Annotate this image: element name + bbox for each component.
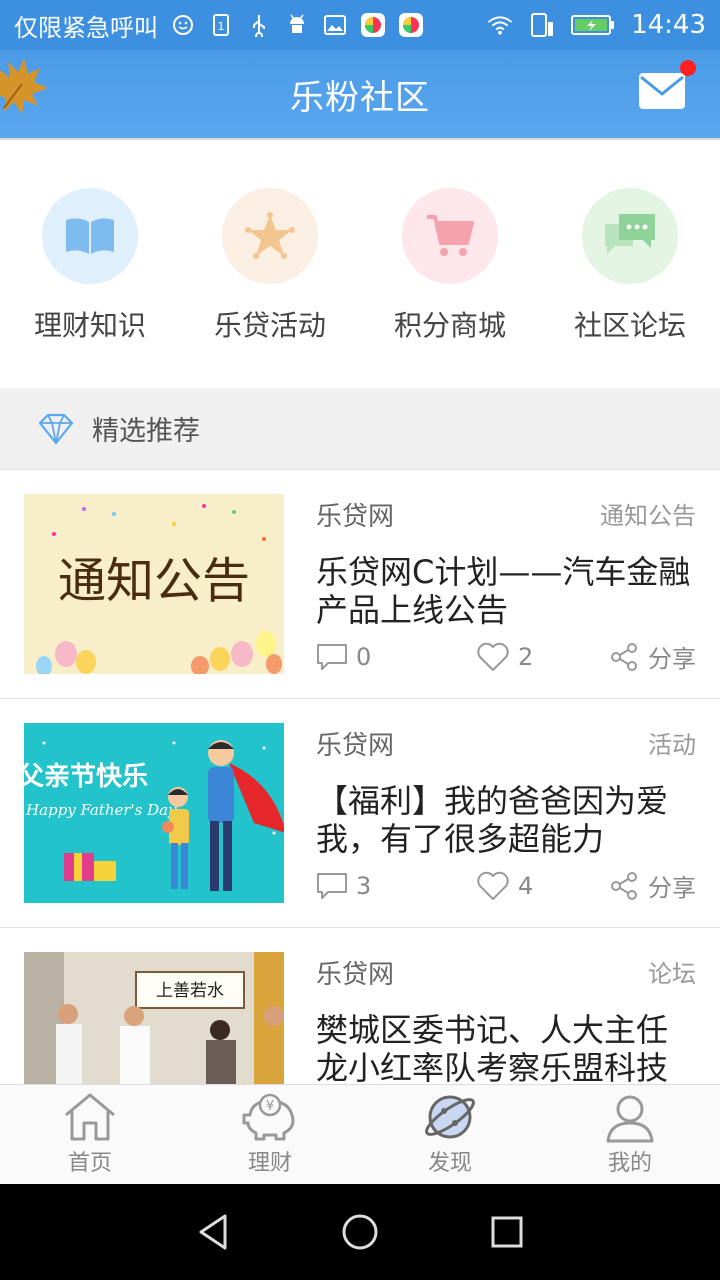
thumbnail-text: 父亲节快乐 xyxy=(24,762,148,792)
nav-item-profile[interactable]: 我的 xyxy=(540,1085,720,1184)
nav-label: 首页 xyxy=(67,1151,112,1176)
recents-icon[interactable] xyxy=(489,1214,525,1250)
like-button[interactable]: 4 xyxy=(476,871,606,901)
featured-section-header: 精选推荐 xyxy=(0,388,720,470)
article-title[interactable]: 樊城区委书记、人大主任龙小红率队考察乐盟科技 xyxy=(316,1011,696,1084)
chat-icon xyxy=(605,214,655,254)
article-title[interactable]: 乐贷网C计划——汽车金融产品上线公告 xyxy=(316,553,696,629)
article-item[interactable]: 通知公告 乐贷网 通知公告 乐贷网C计划——汽车金融产品上线公告 0 2 分享 xyxy=(0,470,720,699)
like-count: 4 xyxy=(518,871,534,900)
heart-icon xyxy=(477,642,509,671)
comment-icon xyxy=(317,643,347,670)
notification-badge xyxy=(680,60,696,76)
app-icon xyxy=(398,12,424,38)
share-button[interactable]: 分享 xyxy=(610,639,696,674)
nav-item-discover[interactable]: 发现 xyxy=(360,1085,540,1184)
page-title: 乐粉社区 xyxy=(290,77,430,118)
face-icon xyxy=(170,12,196,38)
share-label: 分享 xyxy=(648,874,696,902)
thumbnail-text: 上善若水 xyxy=(156,981,224,1001)
bottom-nav: 首页 ¥ 理财 发现 我的 xyxy=(0,1084,720,1184)
article-source: 乐贷网 xyxy=(316,731,395,761)
book-icon xyxy=(66,218,114,254)
category-item-activity[interactable]: 乐贷活动 xyxy=(180,140,360,388)
article-item[interactable]: 上善若水 乐贷网 论坛 樊城区委书记、人大主任龙小红率队考察乐盟科技 xyxy=(0,928,720,1084)
comment-button[interactable]: 3 xyxy=(316,872,476,900)
sim-signal-icon xyxy=(529,12,555,38)
system-nav-bar xyxy=(0,1184,720,1280)
category-item-mall[interactable]: 积分商城 xyxy=(360,140,540,388)
cart-icon xyxy=(427,215,474,256)
carrier-text: 仅限紧急呼叫 xyxy=(14,13,158,42)
category-grid: 理财知识 乐贷活动 积分商城 社区论坛 xyxy=(0,140,720,388)
star-icon xyxy=(245,212,295,259)
nav-label: 我的 xyxy=(607,1151,652,1176)
comment-count: 3 xyxy=(356,871,372,900)
like-button[interactable]: 2 xyxy=(476,642,606,672)
article-thumbnail: 父亲节快乐 Happy Father's Day xyxy=(24,723,284,903)
image-icon xyxy=(322,12,348,38)
share-label: 分享 xyxy=(648,645,696,673)
usb-icon xyxy=(246,12,272,38)
battery-icon xyxy=(571,12,615,38)
user-icon xyxy=(606,1095,654,1143)
article-list: 通知公告 乐贷网 通知公告 乐贷网C计划——汽车金融产品上线公告 0 2 分享 … xyxy=(0,470,720,1084)
planet-icon xyxy=(425,1095,475,1139)
article-thumbnail: 通知公告 xyxy=(24,494,284,674)
category-label: 乐贷活动 xyxy=(213,309,326,342)
nav-label: 发现 xyxy=(427,1151,472,1176)
share-button[interactable]: 分享 xyxy=(610,868,696,903)
heart-icon xyxy=(477,871,509,900)
nav-item-finance[interactable]: ¥ 理财 xyxy=(180,1085,360,1184)
app-icon xyxy=(360,12,386,38)
clock-text: 14:43 xyxy=(631,10,706,40)
sim-icon: 1 xyxy=(208,12,234,38)
back-icon[interactable] xyxy=(195,1212,231,1252)
category-item-knowledge[interactable]: 理财知识 xyxy=(0,140,180,388)
comment-button[interactable]: 0 xyxy=(316,643,476,671)
comment-icon xyxy=(317,872,347,899)
nav-item-home[interactable]: 首页 xyxy=(0,1085,180,1184)
wifi-icon xyxy=(487,12,513,38)
category-label: 社区论坛 xyxy=(573,309,686,342)
article-tag[interactable]: 活动 xyxy=(648,725,696,760)
article-source: 乐贷网 xyxy=(316,960,395,990)
home-circle-icon[interactable] xyxy=(340,1212,380,1252)
section-title: 精选推荐 xyxy=(92,416,200,447)
app-header: 乐粉社区 xyxy=(0,50,720,140)
piggy-bank-icon: ¥ xyxy=(242,1093,295,1141)
share-icon xyxy=(611,871,637,900)
mail-icon[interactable] xyxy=(638,72,686,110)
android-icon xyxy=(284,12,310,38)
diamond-icon xyxy=(38,413,74,444)
svg-text:1: 1 xyxy=(218,20,225,33)
thumbnail-subtext: Happy Father's Day xyxy=(25,801,177,819)
comment-count: 0 xyxy=(356,642,372,671)
category-label: 理财知识 xyxy=(33,309,146,342)
home-icon xyxy=(65,1093,115,1141)
article-thumbnail: 上善若水 xyxy=(24,952,284,1084)
like-count: 2 xyxy=(518,642,534,671)
maple-leaf-icon xyxy=(0,58,48,114)
article-tag[interactable]: 论坛 xyxy=(648,954,696,989)
article-title[interactable]: 【福利】我的爸爸因为爱我，有了很多超能力 xyxy=(316,782,696,858)
svg-text:¥: ¥ xyxy=(266,1099,274,1114)
thumbnail-text: 通知公告 xyxy=(58,553,250,609)
article-tag[interactable]: 通知公告 xyxy=(600,496,696,531)
category-label: 积分商城 xyxy=(393,309,506,342)
article-item[interactable]: 父亲节快乐 Happy Father's Day 乐贷网 活动 【福利】我的爸爸… xyxy=(0,699,720,928)
nav-label: 理财 xyxy=(247,1151,292,1176)
category-item-forum[interactable]: 社区论坛 xyxy=(540,140,720,388)
status-bar: 仅限紧急呼叫 1 14:43 xyxy=(0,0,720,50)
share-icon xyxy=(611,642,637,671)
